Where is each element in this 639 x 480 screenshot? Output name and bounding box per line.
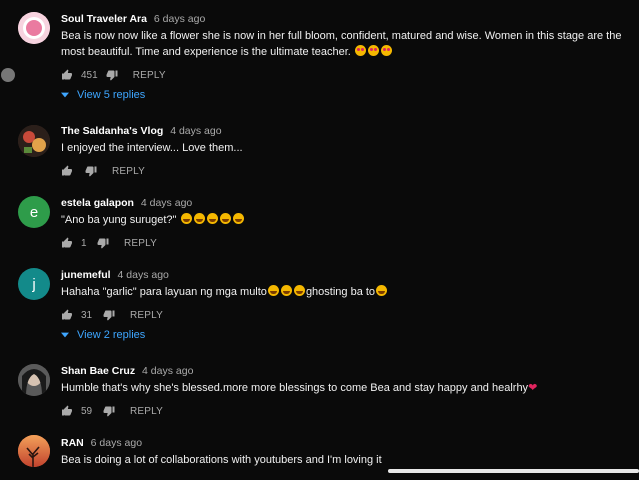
scroll-indicator[interactable] — [1, 68, 15, 82]
reply-button[interactable]: REPLY — [130, 406, 163, 417]
avatar[interactable] — [18, 12, 50, 44]
comment-text-content: Hahaha "garlic" para layuan ng mga multo — [61, 286, 267, 298]
laughing-emoji-icon — [206, 213, 218, 224]
laughing-emoji-icon — [180, 213, 192, 224]
thumb-up-icon[interactable] — [61, 405, 73, 417]
laughing-emoji-icon — [232, 213, 244, 224]
heart-eyes-emoji-icon — [367, 45, 379, 56]
laughing-emoji-icon — [219, 213, 231, 224]
comment-actions: 451 REPLY — [61, 68, 166, 82]
reply-button[interactable]: REPLY — [133, 70, 166, 81]
like-count: 1 — [81, 237, 87, 249]
comment-author[interactable]: The Saldanha's Vlog — [61, 125, 163, 137]
like-count: 451 — [81, 69, 98, 81]
comment-text-content: ghosting ba to — [305, 286, 376, 298]
avatar[interactable] — [18, 125, 50, 157]
like-count: 59 — [81, 405, 93, 417]
comment-text: I enjoyed the interview... Love them... — [61, 140, 631, 156]
reply-button[interactable]: REPLY — [112, 166, 145, 177]
view-replies-button[interactable]: View 5 replies — [61, 89, 145, 101]
view-replies-label: View 5 replies — [77, 89, 146, 101]
caret-down-icon — [61, 332, 69, 338]
thumb-up-icon[interactable] — [61, 309, 73, 321]
comment-author[interactable]: Shan Bae Cruz — [61, 365, 135, 377]
comment-author[interactable]: estela galapon — [61, 197, 134, 209]
comment-header: Soul Traveler Ara 6 days ago — [61, 13, 205, 25]
comment-text: Hahaha "garlic" para layuan ng mga multo… — [61, 284, 631, 300]
red-heart-icon: ❤ — [528, 382, 538, 394]
avatar[interactable] — [18, 435, 50, 467]
heart-eyes-emoji-icon — [354, 45, 366, 56]
comment-time[interactable]: 4 days ago — [142, 365, 193, 377]
thumb-up-icon[interactable] — [61, 165, 73, 177]
avatar[interactable]: e — [18, 196, 50, 228]
reply-button[interactable]: REPLY — [130, 310, 163, 321]
thumb-up-icon[interactable] — [61, 237, 73, 249]
view-replies-label: View 2 replies — [77, 329, 146, 341]
comment-text-content: I enjoyed the interview... Love them... — [61, 142, 243, 154]
home-indicator[interactable] — [388, 469, 639, 473]
thumb-down-icon[interactable] — [103, 405, 115, 417]
comment-time[interactable]: 6 days ago — [91, 437, 142, 449]
thumb-down-icon[interactable] — [85, 165, 97, 177]
like-count: 31 — [81, 309, 93, 321]
comment-time[interactable]: 6 days ago — [154, 13, 205, 25]
comment-text-content: "Ano ba yung suruget?" — [61, 214, 177, 226]
comment-actions: 59 REPLY — [61, 404, 163, 418]
comment-author[interactable]: RAN — [61, 437, 84, 449]
comment-header: The Saldanha's Vlog 4 days ago — [61, 125, 222, 137]
avatar-letter: e — [29, 203, 39, 221]
laughing-emoji-icon — [376, 285, 388, 296]
reply-button[interactable]: REPLY — [124, 238, 157, 249]
laughing-emoji-icon — [267, 285, 279, 296]
comment-author[interactable]: junemeful — [61, 269, 111, 281]
thumb-down-icon[interactable] — [106, 69, 118, 81]
avatar[interactable]: j — [18, 268, 50, 300]
comment-text: Humble that's why she's blessed.more mor… — [61, 380, 631, 396]
comment-text-content: Bea is doing a lot of collaborations wit… — [61, 454, 382, 466]
laughing-emoji-icon — [193, 213, 205, 224]
caret-down-icon — [61, 92, 69, 98]
comment-text-content: Bea is now now like a flower she is now … — [61, 30, 622, 58]
view-replies-button[interactable]: View 2 replies — [61, 329, 145, 341]
comment-text: Bea is doing a lot of collaborations wit… — [61, 452, 631, 468]
comment-header: RAN 6 days ago — [61, 437, 142, 449]
comment-header: Shan Bae Cruz 4 days ago — [61, 365, 193, 377]
avatar-letter: j — [32, 275, 36, 293]
comment-text: "Ano ba yung suruget?" — [61, 212, 631, 228]
comment-time[interactable]: 4 days ago — [141, 197, 192, 209]
thumb-down-icon[interactable] — [97, 237, 109, 249]
comment-time[interactable]: 4 days ago — [170, 125, 221, 137]
comment-actions: REPLY — [61, 164, 145, 178]
comment-header: junemeful 4 days ago — [61, 269, 169, 281]
comment-text: Bea is now now like a flower she is now … — [61, 28, 631, 60]
laughing-emoji-icon — [280, 285, 292, 296]
thumb-down-icon[interactable] — [103, 309, 115, 321]
comment-header: estela galapon 4 days ago — [61, 197, 192, 209]
comment-author[interactable]: Soul Traveler Ara — [61, 13, 147, 25]
laughing-emoji-icon — [293, 285, 305, 296]
comment-actions: 1 REPLY — [61, 236, 157, 250]
thumb-up-icon[interactable] — [61, 69, 73, 81]
comment-time[interactable]: 4 days ago — [118, 269, 169, 281]
heart-eyes-emoji-icon — [380, 45, 392, 56]
comment-text-content: Humble that's why she's blessed.more mor… — [61, 382, 529, 394]
avatar[interactable] — [18, 364, 50, 396]
comment-actions: 31 REPLY — [61, 308, 163, 322]
